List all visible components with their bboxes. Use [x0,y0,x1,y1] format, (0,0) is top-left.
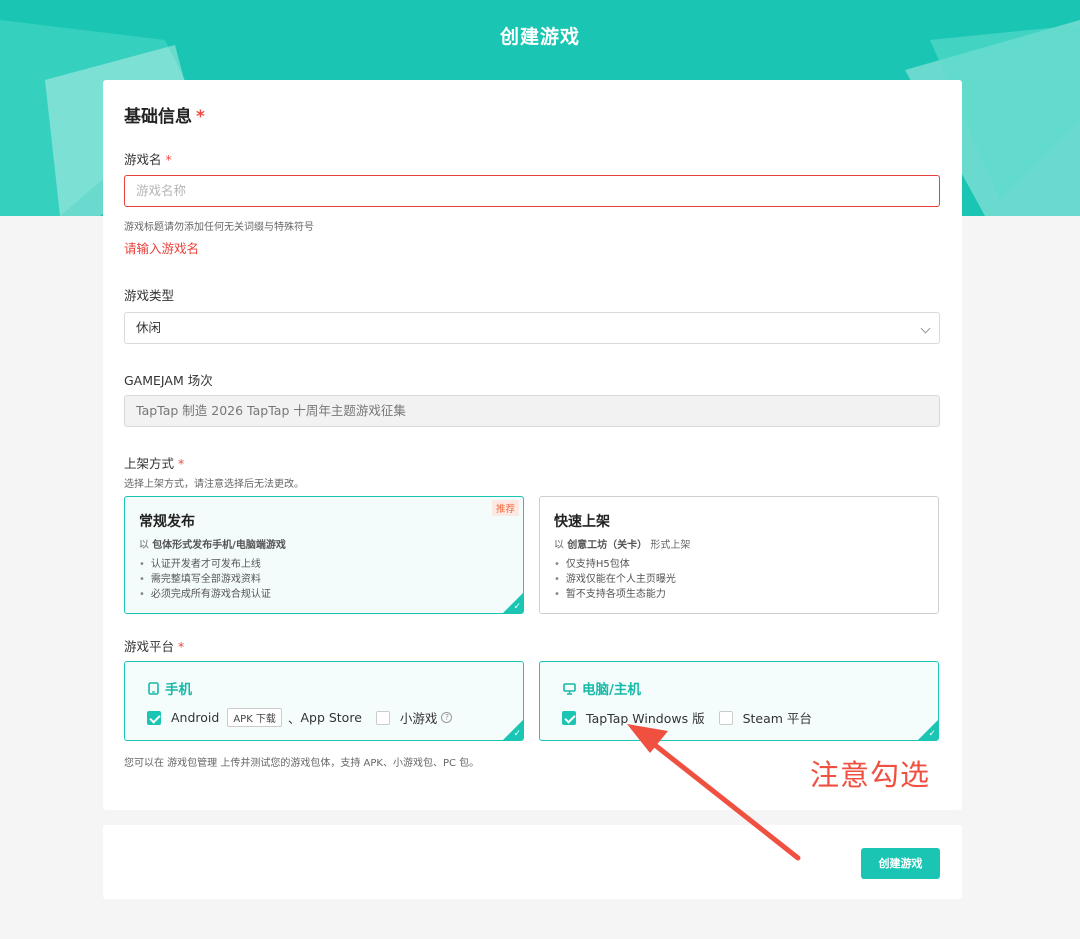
release-label: 上架方式 * [124,456,185,471]
mobile-options: Android APK 下载 、 App Store 小游戏 ? [147,708,453,727]
pc-options: TapTap Windows 版 Steam 平台 [562,708,812,727]
list-item: 认证开发者才可发布上线 [139,557,271,572]
phone-icon [148,682,159,695]
gamejam-label: GAMEJAM 场次 [124,373,213,388]
option-bullets: 仅支持H5包体 游戏仅能在个人主页曝光 暂不支持各项生态能力 [554,557,676,602]
page-title: 创建游戏 [499,26,580,48]
footer-card: 创建游戏 [103,825,962,899]
check-icon: ✓ [928,729,936,739]
game-type-label: 游戏类型 [124,288,175,303]
steam-label: Steam 平台 [742,711,812,726]
game-name-input[interactable]: 游戏名称 [124,175,940,207]
list-item: 仅支持H5包体 [554,557,676,572]
mobile-title: 手机 [148,678,192,698]
platform-mobile-card[interactable]: 手机 Android APK 下载 、 App Store 小游戏 ? ✓ [124,661,524,741]
create-game-button[interactable]: 创建游戏 [861,848,940,879]
monitor-icon [563,683,576,695]
option-title: 常规发布 [139,514,195,530]
platform-pc-card[interactable]: 电脑/主机 TapTap Windows 版 Steam 平台 ✓ [539,661,939,741]
platform-note: 您可以在 游戏包管理 上传并测试您的游戏包体，支持 APK、小游戏包、PC 包。 [124,758,480,769]
gamejam-field: TapTap 制造 2026 TapTap 十周年主题游戏征集 [124,395,940,427]
game-type-value: 休闲 [136,320,162,335]
chevron-down-icon [920,323,931,334]
option-desc: 以 包体形式发布手机/电脑端游戏 [139,540,286,551]
game-name-error: 请输入游戏名 [124,241,200,256]
release-option-quick[interactable]: 快速上架 以 创意工坊（关卡） 形式上架 仅支持H5包体 游戏仅能在个人主页曝光… [539,496,939,614]
list-item: 需完整填写全部游戏资料 [139,572,271,587]
list-item: 必须完成所有游戏合规认证 [139,587,271,602]
taptap-windows-label: TapTap Windows 版 [586,711,705,726]
list-item: 暂不支持各项生态能力 [554,587,676,602]
option-desc: 以 创意工坊（关卡） 形式上架 [554,540,691,551]
android-label: Android [171,710,220,725]
recommend-badge: 推荐 [491,500,519,516]
release-hint: 选择上架方式，请注意选择后无法更改。 [124,479,304,490]
help-icon[interactable]: ? [441,712,453,723]
separator: 、 [287,711,301,726]
minigame-label: 小游戏 [399,711,438,726]
option-bullets: 认证开发者才可发布上线 需完整填写全部游戏资料 必须完成所有游戏合规认证 [139,557,271,602]
check-icon: ✓ [513,602,521,612]
list-item: 游戏仅能在个人主页曝光 [554,572,676,587]
game-name-hint: 游戏标题请勿添加任何无关词缀与特殊符号 [124,222,314,233]
option-title: 快速上架 [554,514,610,530]
apk-download-tag[interactable]: APK 下载 [227,708,282,727]
basic-info-card: 基础信息 * 游戏名 * 游戏名称 游戏标题请勿添加任何无关词缀与特殊符号 请输入游… [103,80,962,810]
section-title: 基础信息 * [124,107,205,127]
minigame-checkbox[interactable] [375,710,390,725]
pc-title: 电脑/主机 [563,678,641,698]
release-option-regular[interactable]: 常规发布 推荐 以 包体形式发布手机/电脑端游戏 认证开发者才可发布上线 需完整… [124,496,524,614]
appstore-label: App Store [300,710,362,725]
android-checkbox[interactable] [147,710,161,725]
platform-label: 游戏平台 * [124,639,185,654]
check-icon: ✓ [513,729,521,739]
taptap-windows-checkbox[interactable] [562,710,576,725]
steam-checkbox[interactable] [718,710,733,725]
game-name-label: 游戏名 * [124,152,172,167]
game-type-select[interactable]: 休闲 [124,312,940,344]
annotation-text: 注意勾选 [810,758,931,792]
